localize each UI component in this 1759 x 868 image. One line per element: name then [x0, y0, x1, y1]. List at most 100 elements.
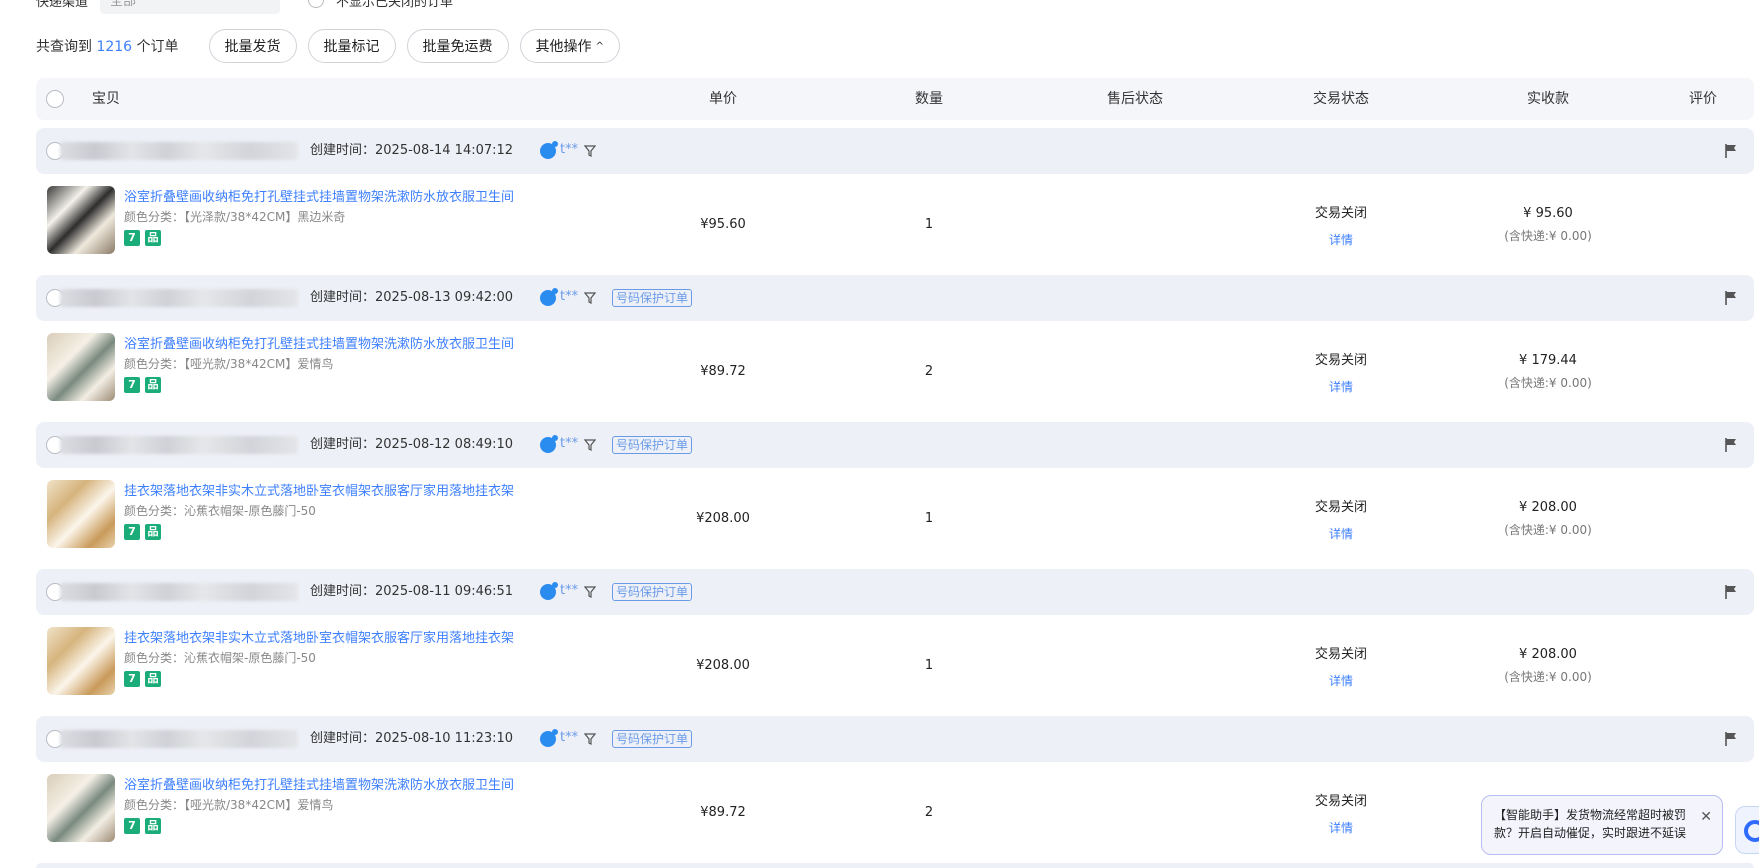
quantity-value: 2 [924, 805, 934, 820]
order-header: 创建时间：2025-08-11 09:46:51 t** 号码保护订单 [36, 569, 1754, 615]
flag-icon[interactable] [1724, 584, 1738, 600]
next-order-header [36, 863, 1754, 868]
trade-status: 交易关闭 详情 [1315, 321, 1367, 422]
col-trade-status: 交易状态 [1313, 91, 1369, 107]
buyer-name[interactable]: t** [560, 128, 578, 172]
detail-link[interactable]: 详情 [1329, 525, 1353, 542]
seven-day-return-icon: 7 [124, 671, 140, 687]
channel-select[interactable]: 全部 [100, 0, 281, 14]
chat-icon[interactable] [540, 141, 558, 159]
product-title[interactable]: 挂衣架落地衣架非实木立式落地卧室衣帽架衣服客厅家用落地挂衣架 [124, 627, 514, 646]
unit-price: ¥89.72 [700, 762, 746, 863]
col-unit-price: 单价 [709, 91, 737, 107]
chat-icon[interactable] [540, 435, 558, 453]
created-time: 创建时间：2025-08-11 09:46:51 [310, 584, 514, 599]
product-thumbnail[interactable] [47, 186, 115, 254]
detail-link[interactable]: 详情 [1329, 231, 1353, 248]
flag-icon[interactable] [1724, 437, 1738, 453]
batch-mark-button[interactable]: 批量标记 [307, 29, 396, 63]
table-header: 宝贝 单价 数量 售后状态 交易状态 实收款 评价 [36, 78, 1754, 120]
chat-icon[interactable] [540, 288, 558, 306]
filter-icon[interactable] [583, 438, 597, 452]
created-time: 创建时间：2025-08-13 09:42:00 [310, 290, 514, 305]
assistant-text: 【智能助手】发货物流经常超时被罚款？开启自动催促，实时跟进不延误 [1494, 808, 1687, 840]
close-icon[interactable]: ✕ [1700, 808, 1712, 826]
product-thumbnail[interactable] [47, 333, 115, 401]
flag-icon[interactable] [1724, 290, 1738, 306]
received-amount: ¥ 208.00 (含快递:¥ 0.00) [1504, 615, 1592, 716]
buyer-name[interactable]: t** [560, 716, 578, 760]
smart-assistant-popup[interactable]: 【智能助手】发货物流经常超时被罚款？开启自动催促，实时跟进不延误 ✕ [1481, 795, 1723, 855]
filter-icon[interactable] [583, 291, 597, 305]
col-received: 实收款 [1527, 91, 1569, 107]
quality-badge-icon: 品 [145, 230, 161, 246]
product-thumbnail[interactable] [47, 480, 115, 548]
channel-label: 快递渠道 [36, 0, 89, 10]
filter-icon[interactable] [583, 585, 597, 599]
order-number-blurred [60, 583, 298, 601]
unit-price-value: ¥208.00 [696, 658, 750, 673]
received-amount-value: ¥ 179.44 [1519, 352, 1577, 368]
chat-icon[interactable] [540, 729, 558, 747]
order-body: 浴室折叠壁画收纳柜免打孔壁挂式挂墙置物架洗漱防水放衣服卫生间 颜色分类：【光泽款/… [36, 174, 1754, 275]
detail-link[interactable]: 详情 [1329, 672, 1353, 689]
assistant-icon [1744, 820, 1759, 842]
shipping-fee: (含快递:¥ 0.00) [1504, 669, 1592, 684]
trade-status-text: 交易关闭 [1314, 352, 1368, 368]
col-item: 宝贝 [92, 91, 120, 107]
quantity: 2 [925, 762, 933, 863]
trade-status: 交易关闭 详情 [1315, 615, 1367, 716]
hide-closed-checkbox[interactable] [308, 0, 325, 8]
trade-status-text: 交易关闭 [1314, 793, 1368, 809]
detail-link[interactable]: 详情 [1329, 378, 1353, 395]
quantity-value: 1 [924, 658, 934, 673]
order-header: 创建时间：2025-08-10 11:23:10 t** 号码保护订单 [36, 716, 1754, 762]
buyer-name[interactable]: t** [560, 275, 578, 319]
product-title[interactable]: 浴室折叠壁画收纳柜免打孔壁挂式挂墙置物架洗漱防水放衣服卫生间 [124, 333, 514, 352]
order-card: 创建时间：2025-08-13 09:42:00 t** 号码保护订单 浴室折叠壁画收… [36, 275, 1754, 422]
seven-day-return-icon: 7 [124, 377, 140, 393]
unit-price-value: ¥208.00 [696, 511, 750, 526]
order-header: 创建时间：2025-08-13 09:42:00 t** 号码保护订单 [36, 275, 1754, 321]
product-thumbnail[interactable] [47, 774, 115, 842]
order-body: 挂衣架落地衣架非实木立式落地卧室衣帽架衣服客厅家用落地挂衣架 颜色分类：沁蕉衣帽架… [36, 468, 1754, 569]
trade-status: 交易关闭 详情 [1315, 468, 1367, 569]
order-number-blurred [60, 436, 298, 454]
received-amount-value: ¥ 208.00 [1519, 499, 1577, 515]
select-all-checkbox[interactable] [46, 90, 64, 108]
batch-ship-button[interactable]: 批量发货 [208, 29, 297, 63]
other-actions-button[interactable]: 其他操作 ^ [519, 29, 620, 63]
filter-icon[interactable] [583, 144, 597, 158]
product-title[interactable]: 浴室折叠壁画收纳柜免打孔壁挂式挂墙置物架洗漱防水放衣服卫生间 [124, 774, 514, 793]
unit-price-value: ¥95.60 [700, 217, 746, 232]
chat-icon[interactable] [540, 582, 558, 600]
privacy-order-tag: 号码保护订单 [612, 730, 693, 748]
buyer-name[interactable]: t** [560, 422, 578, 466]
trade-status-text: 交易关闭 [1314, 205, 1368, 221]
flag-icon[interactable] [1724, 731, 1738, 747]
col-after-sale: 售后状态 [1107, 91, 1163, 107]
trade-status-text: 交易关闭 [1314, 646, 1368, 662]
product-thumbnail[interactable] [47, 627, 115, 695]
received-amount-value: ¥ 95.60 [1523, 205, 1573, 221]
flag-icon[interactable] [1724, 143, 1738, 159]
seven-day-return-icon: 7 [124, 818, 140, 834]
order-number-blurred [60, 289, 298, 307]
shipping-fee: (含快递:¥ 0.00) [1504, 522, 1592, 537]
buyer-name[interactable]: t** [560, 569, 578, 613]
detail-link[interactable]: 详情 [1329, 819, 1353, 836]
order-number-blurred [60, 142, 298, 160]
product-title[interactable]: 挂衣架落地衣架非实木立式落地卧室衣帽架衣服客厅家用落地挂衣架 [124, 480, 514, 499]
product-spec: 颜色分类：沁蕉衣帽架-原色藤门-50 [124, 651, 316, 665]
order-header: 创建时间：2025-08-14 14:07:12 t** [36, 128, 1754, 174]
quantity: 1 [925, 615, 933, 716]
unit-price-value: ¥89.72 [700, 364, 746, 379]
order-count: 共查询到 1216 个订单 [36, 36, 179, 56]
col-review: 评价 [1689, 91, 1717, 107]
batch-free-shipping-button[interactable]: 批量免运费 [406, 29, 509, 63]
order-card: 创建时间：2025-08-12 08:49:10 t** 号码保护订单 挂衣架落地衣架… [36, 422, 1754, 569]
assistant-fab-button[interactable] [1735, 806, 1759, 854]
trade-status: 交易关闭 详情 [1315, 762, 1367, 863]
product-title[interactable]: 浴室折叠壁画收纳柜免打孔壁挂式挂墙置物架洗漱防水放衣服卫生间 [124, 186, 514, 205]
filter-icon[interactable] [583, 732, 597, 746]
